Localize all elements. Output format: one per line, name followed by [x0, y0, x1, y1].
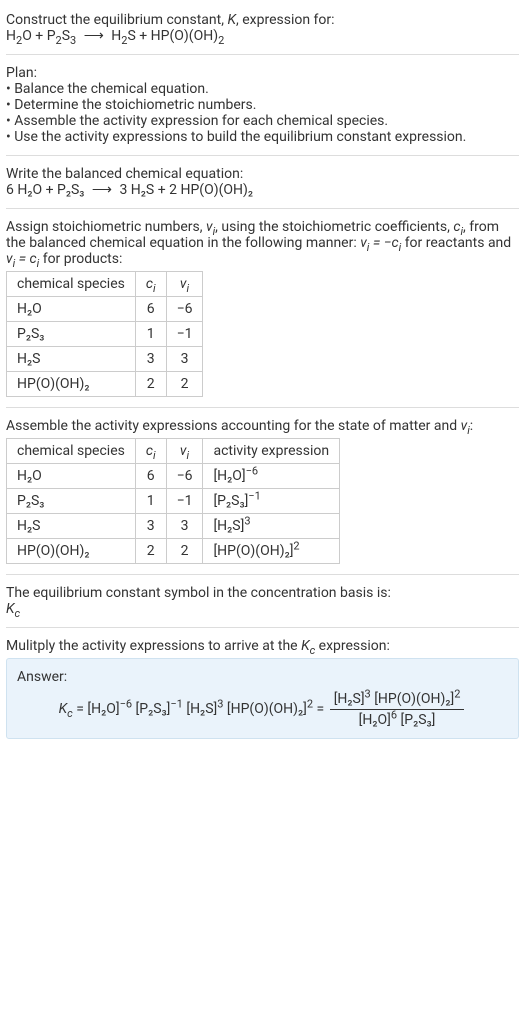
table-row: H₂S33[H₂S]3 [7, 514, 340, 539]
table-row: P₂S₃1−1 [7, 322, 203, 347]
col-vi: νi [166, 439, 203, 464]
symbol: The equilibrium constant symbol in the c… [6, 579, 519, 623]
activity-table: chemical species ci νi activity expressi… [6, 438, 340, 564]
col-species: chemical species [7, 272, 136, 297]
table-header-row: chemical species ci νi [7, 272, 203, 297]
balanced-title: Write the balanced chemical equation: [6, 166, 519, 182]
arrow-icon: ⟶ [88, 182, 116, 198]
divider [6, 54, 519, 55]
table-header-row: chemical species ci νi activity expressi… [7, 439, 340, 464]
equation-unbalanced: H2O + P2S3 ⟶ H2S + HP(O)(OH)2 [6, 28, 224, 44]
answer-box: Answer: Kc = [H₂O]−6 [P₂S₃]−1 [H₂S]3 [HP… [6, 658, 519, 739]
intro-text-b: , expression for: [236, 12, 335, 28]
col-vi: νi [166, 272, 203, 297]
col-species: chemical species [7, 439, 136, 464]
answer-equation: Kc = [H₂O]−6 [P₂S₃]−1 [H₂S]3 [HP(O)(OH)₂… [17, 691, 508, 728]
intro-text-a: Construct the equilibrium constant, [6, 12, 227, 28]
col-ci: ci [135, 439, 166, 464]
table-row: H₂O6−6[H₂O]−6 [7, 464, 340, 489]
col-activity: activity expression [203, 439, 340, 464]
symbol-kc: Kc [6, 601, 519, 617]
plan-title: Plan: [6, 65, 519, 81]
table-row: H₂S33 [7, 347, 203, 372]
table-row: HP(O)(OH)₂22 [7, 372, 203, 397]
fraction: [H₂S]3 [HP(O)(OH)₂]2 [H₂O]6 [P₂S₃] [330, 691, 465, 728]
divider [6, 574, 519, 575]
table-row: HP(O)(OH)₂22[HP(O)(OH)₂]2 [7, 539, 340, 564]
symbol-line: The equilibrium constant symbol in the c… [6, 585, 519, 601]
balanced: Write the balanced chemical equation: 6 … [6, 160, 519, 204]
divider [6, 208, 519, 209]
intro: Construct the equilibrium constant, K, e… [6, 6, 519, 50]
arrow-icon: ⟶ [80, 28, 108, 44]
plan-item: • Balance the chemical equation. [6, 81, 519, 97]
table-row: H₂O6−6 [7, 297, 203, 322]
plan-item: • Determine the stoichiometric numbers. [6, 97, 519, 113]
assign: Assign stoichiometric numbers, νi, using… [6, 213, 519, 403]
multiply: Mulitply the activity expressions to arr… [6, 632, 519, 745]
assemble: Assemble the activity expressions accoun… [6, 412, 519, 570]
plan: Plan: • Balance the chemical equation. •… [6, 59, 519, 151]
plan-item: • Assemble the activity expression for e… [6, 113, 519, 129]
numerator: [H₂S]3 [HP(O)(OH)₂]2 [330, 691, 465, 710]
divider [6, 407, 519, 408]
stoichiometric-table: chemical species ci νi H₂O6−6 P₂S₃1−1 H₂… [6, 271, 203, 397]
equation-balanced: 6 H₂O + P₂S₃ ⟶ 3 H₂S + 2 HP(O)(OH)₂ [6, 182, 253, 198]
table-row: P₂S₃1−1[P₂S₃]−1 [7, 489, 340, 514]
denominator: [H₂O]6 [P₂S₃] [330, 710, 465, 728]
answer-label: Answer: [17, 669, 508, 685]
plan-item: • Use the activity expressions to build … [6, 129, 519, 145]
col-ci: ci [135, 272, 166, 297]
intro-k: K [227, 12, 236, 28]
divider [6, 627, 519, 628]
divider [6, 155, 519, 156]
